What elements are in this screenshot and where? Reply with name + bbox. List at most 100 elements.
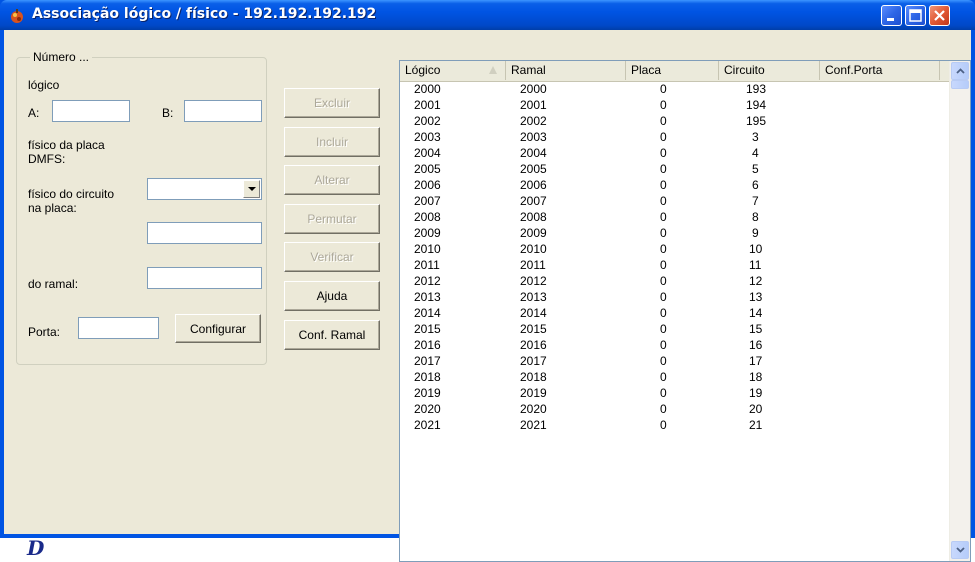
title-bar[interactable]: Associação lógico / físico - 192.192.192… [0, 0, 975, 30]
table-cell: 193 [746, 82, 767, 96]
conf-ramal-button[interactable]: Conf. Ramal [284, 320, 380, 350]
excluir-button[interactable]: Excluir [284, 88, 380, 118]
table-cell: 17 [749, 354, 763, 368]
table-cell: 2009 [520, 226, 547, 240]
table-cell: 2012 [520, 274, 547, 288]
table-cell: 2013 [520, 290, 547, 304]
table-cell: 0 [660, 130, 667, 144]
table-row[interactable]: 2003 2003 0 3 [400, 129, 950, 145]
table-cell: 195 [746, 114, 767, 128]
table-cell: 0 [660, 274, 667, 288]
table-cell: 2011 [520, 258, 546, 272]
table-row[interactable]: 2007 2007 0 7 [400, 193, 950, 209]
table-cell: 2001 [414, 98, 441, 112]
maximize-icon [909, 9, 922, 22]
table-cell: 2017 [414, 354, 441, 368]
table-row[interactable]: 2020 2020 0 20 [400, 401, 950, 417]
table-cell: 0 [660, 194, 667, 208]
table-cell: 2004 [520, 146, 547, 160]
table-cell: 2013 [414, 290, 441, 304]
minimize-button[interactable] [881, 5, 902, 26]
column-header-conf-porta[interactable]: Conf.Porta [820, 61, 940, 80]
table-cell: 19 [749, 386, 763, 400]
placa-dropdown-button[interactable] [243, 180, 260, 198]
table-row[interactable]: 2000 2000 0 193 [400, 81, 950, 97]
table-row[interactable]: 2002 2002 0 195 [400, 113, 950, 129]
column-header-placa[interactable]: Placa [626, 61, 719, 80]
table-cell: 0 [660, 306, 667, 320]
table-row[interactable]: 2004 2004 0 4 [400, 145, 950, 161]
table-cell: 13 [749, 290, 763, 304]
table-cell: 2020 [414, 402, 441, 416]
b-input[interactable] [184, 100, 262, 122]
table-row[interactable]: 2013 2013 0 13 [400, 289, 950, 305]
close-button[interactable] [929, 5, 950, 26]
table-cell: 2007 [414, 194, 441, 208]
vertical-scrollbar[interactable] [949, 61, 970, 561]
column-header-logico[interactable]: Lógico [400, 61, 506, 80]
table-row[interactable]: 2019 2019 0 19 [400, 385, 950, 401]
table-cell: 2010 [414, 242, 441, 256]
incluir-button[interactable]: Incluir [284, 127, 380, 157]
table-cell: 0 [660, 146, 667, 160]
table-row[interactable]: 2021 2021 0 21 [400, 417, 950, 433]
table-cell: 0 [660, 226, 667, 240]
table-row[interactable]: 2011 2011 0 11 [400, 257, 950, 273]
app-icon [11, 9, 23, 23]
table-row[interactable]: 2005 2005 0 5 [400, 161, 950, 177]
table-cell: 3 [752, 130, 759, 144]
main-window: Associação lógico / físico - 192.192.192… [0, 0, 975, 562]
data-grid[interactable]: Lógico Ramal Placa Circuito Conf.Porta 2… [399, 60, 971, 562]
table-cell: 0 [660, 370, 667, 384]
dialog-client: Número ... lógico A: B: físico da placa … [4, 30, 971, 562]
table-cell: 2016 [414, 338, 441, 352]
circuito-label-line2: na placa: [28, 201, 77, 215]
table-cell: 2006 [520, 178, 547, 192]
placa-label: físico da placa DMFS: [28, 138, 105, 166]
a-label: A: [28, 106, 40, 120]
table-row[interactable]: 2009 2009 0 9 [400, 225, 950, 241]
porta-input[interactable] [78, 317, 159, 339]
sort-asc-icon [489, 66, 497, 74]
maximize-button[interactable] [905, 5, 926, 26]
table-cell: 2007 [520, 194, 547, 208]
table-row[interactable]: 2006 2006 0 6 [400, 177, 950, 193]
scroll-up-button[interactable] [951, 62, 969, 80]
ramal-label: do ramal: [28, 277, 79, 291]
table-cell: 2017 [520, 354, 547, 368]
ramal-input[interactable] [147, 267, 262, 289]
permutar-button[interactable]: Permutar [284, 204, 380, 234]
table-cell: 20 [749, 402, 763, 416]
b-label: B: [162, 106, 174, 120]
table-row[interactable]: 2018 2018 0 18 [400, 369, 950, 385]
verificar-button[interactable]: Verificar [284, 242, 380, 272]
placa-select[interactable] [147, 178, 262, 200]
numero-legend: Número ... [30, 50, 93, 64]
a-input[interactable] [52, 100, 130, 122]
ajuda-button[interactable]: Ajuda [284, 281, 380, 311]
table-cell: 7 [752, 194, 759, 208]
alterar-button[interactable]: Alterar [284, 165, 380, 195]
circuito-input[interactable] [147, 222, 262, 244]
table-cell: 8 [752, 210, 759, 224]
table-row[interactable]: 2001 2001 0 194 [400, 97, 950, 113]
table-cell: 2016 [520, 338, 547, 352]
column-header-circuito[interactable]: Circuito [719, 61, 820, 80]
table-row[interactable]: 2015 2015 0 15 [400, 321, 950, 337]
configurar-button[interactable]: Configurar [175, 314, 261, 343]
table-row[interactable]: 2010 2010 0 10 [400, 241, 950, 257]
scroll-down-button[interactable] [951, 541, 969, 559]
table-cell: 2002 [520, 114, 547, 128]
table-cell: 0 [660, 98, 667, 112]
table-row[interactable]: 2014 2014 0 14 [400, 305, 950, 321]
table-cell: 9 [752, 226, 759, 240]
table-cell: 0 [660, 418, 667, 432]
table-cell: 0 [660, 114, 667, 128]
table-row[interactable]: 2016 2016 0 16 [400, 337, 950, 353]
column-header-ramal[interactable]: Ramal [506, 61, 626, 80]
table-row[interactable]: 2017 2017 0 17 [400, 353, 950, 369]
table-cell: 2000 [520, 82, 547, 96]
scroll-thumb[interactable] [951, 80, 969, 89]
table-row[interactable]: 2012 2012 0 12 [400, 273, 950, 289]
table-row[interactable]: 2008 2008 0 8 [400, 209, 950, 225]
